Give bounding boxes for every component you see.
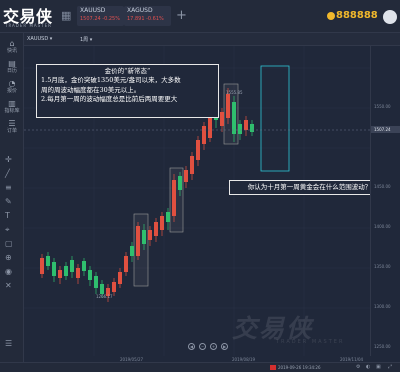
price-tick: 1350.00 xyxy=(374,264,391,269)
current-price-tag: 1507.24 xyxy=(371,126,400,133)
line-tool-icon[interactable]: ╱ xyxy=(5,169,10,178)
watermark: 交易侠 TRADER MASTER xyxy=(232,309,368,345)
coin-icon xyxy=(327,12,335,20)
clock-icon: ◔ xyxy=(8,79,16,88)
calendar-icon: ▤ xyxy=(8,59,16,68)
symbol-selector[interactable]: XAUUSD ▾ xyxy=(27,36,52,42)
app-logo[interactable]: 交易侠 TRADER MASTER xyxy=(3,3,53,29)
chart-toolbar: XAUUSD ▾ 1周 ▾ xyxy=(24,33,400,46)
grid-icon[interactable]: ▦ xyxy=(61,9,73,22)
lock-icon[interactable]: ▢ xyxy=(5,239,13,248)
menu-icon[interactable]: ☰ xyxy=(5,339,12,348)
annotation-line: 1.5月底，金价突破1350美元/盎司以来，大多数 xyxy=(41,76,181,84)
left-sidebar: ⌂ 快讯 ▤ 日历 ◔ 报价 ▥ 指标库 ☰ 订单 ✛ ╱ ≡ ✎ T ⌖ ▢ … xyxy=(0,33,24,372)
logo-subtext: TRADER MASTER xyxy=(5,23,52,28)
sidebar-item-indicators[interactable]: ▥ 指标库 xyxy=(0,99,24,115)
fib-tool-icon[interactable]: ≡ xyxy=(5,183,12,192)
add-tab-button[interactable]: + xyxy=(176,8,187,23)
annotation-title: 金价的“新常态” xyxy=(104,67,151,75)
zoom-out-button[interactable]: − xyxy=(199,343,206,350)
annotation-line: 2.每月第一周的波动幅度总是比前后两周要更大 xyxy=(41,95,178,103)
tab-xauusd[interactable]: XAUUSD 1507.24 -0.25% xyxy=(77,6,124,26)
sidebar-item-label: 日历 xyxy=(6,68,17,74)
fullscreen-icon[interactable]: ▣ xyxy=(376,364,381,370)
sidebar-item-calendar[interactable]: ▤ 日历 xyxy=(0,59,24,75)
settings-icon[interactable]: ⚙ xyxy=(356,364,360,370)
sidebar-item-news[interactable]: ⌂ 快讯 xyxy=(0,39,24,55)
high-price-label: 1555.85 xyxy=(226,90,243,95)
tab-xagusd[interactable]: XAGUSD 17.891 -0.61% xyxy=(124,6,171,26)
tab-quote: 1507.24 -0.25% xyxy=(80,16,120,22)
watermark-subtext: TRADER MASTER xyxy=(276,339,345,345)
eye-icon[interactable]: ◉ xyxy=(5,267,12,276)
server-time: 2019-09-26 19:34:26 xyxy=(278,365,321,370)
question-box[interactable]: 你认为十月第一周黄金会在什么范围波动？ xyxy=(229,180,390,195)
flag-icon xyxy=(270,365,276,370)
annotation-line: 周的周波动幅度都在30美元以上。 xyxy=(41,85,141,94)
tab-symbol: XAUUSD xyxy=(80,7,106,14)
avatar[interactable] xyxy=(383,10,397,24)
low-price-label: 1266.17 xyxy=(96,294,113,299)
sidebar-item-quotes[interactable]: ◔ 报价 xyxy=(0,79,24,95)
price-axis[interactable]: 1550.00 1450.00 1400.00 1350.00 1300.00 … xyxy=(370,46,400,356)
app-header: 交易侠 TRADER MASTER ▦ XAUUSD 1507.24 -0.25… xyxy=(0,0,400,33)
zoom-icon[interactable]: ⊕ xyxy=(5,253,12,262)
sidebar-item-label: 指标库 xyxy=(4,108,20,114)
timeframe-selector[interactable]: 1周 ▾ xyxy=(80,36,92,43)
price-tick: 1300.00 xyxy=(374,304,391,309)
crosshair-icon[interactable]: ✛ xyxy=(5,155,12,164)
trash-icon[interactable]: ✕ xyxy=(5,281,12,290)
tab-quote: 17.891 -0.61% xyxy=(127,16,164,22)
price-tick: 1550.00 xyxy=(374,104,391,109)
list-icon: ☰ xyxy=(8,119,16,128)
bars-icon: ▥ xyxy=(8,99,16,108)
text-tool-icon[interactable]: T xyxy=(5,211,10,220)
expand-icon[interactable]: ⤢ xyxy=(388,364,392,370)
scroll-left-button[interactable]: ◀ xyxy=(188,343,195,350)
price-tick: 1400.00 xyxy=(374,224,391,229)
price-tick: 1250.00 xyxy=(374,344,391,349)
sidebar-item-label: 报价 xyxy=(6,88,17,94)
home-icon: ⌂ xyxy=(9,39,15,48)
pen-tool-icon[interactable]: ✎ xyxy=(5,197,12,206)
scroll-right-button[interactable]: ▶ xyxy=(221,343,228,350)
forecast-box[interactable] xyxy=(260,65,290,172)
annotation-box[interactable]: 金价的“新常态” 1.5月底，金价突破1350美元/盎司以来，大多数 周的周波动… xyxy=(36,64,219,118)
measure-tool-icon[interactable]: ⌖ xyxy=(5,225,10,235)
sidebar-item-orders[interactable]: ☰ 订单 xyxy=(0,119,24,135)
tab-symbol: XAGUSD xyxy=(127,7,153,14)
zoom-in-button[interactable]: + xyxy=(210,343,217,350)
price-tick: 1450.00 xyxy=(374,184,391,189)
status-bar: 2019-09-26 19:34:26 ⚙ ◐ ▣ ⤢ xyxy=(0,362,400,372)
account-balance: 888888 xyxy=(336,10,378,21)
sidebar-item-label: 订单 xyxy=(6,128,17,134)
sidebar-item-label: 快讯 xyxy=(6,48,17,54)
sound-icon[interactable]: ◐ xyxy=(366,364,370,370)
